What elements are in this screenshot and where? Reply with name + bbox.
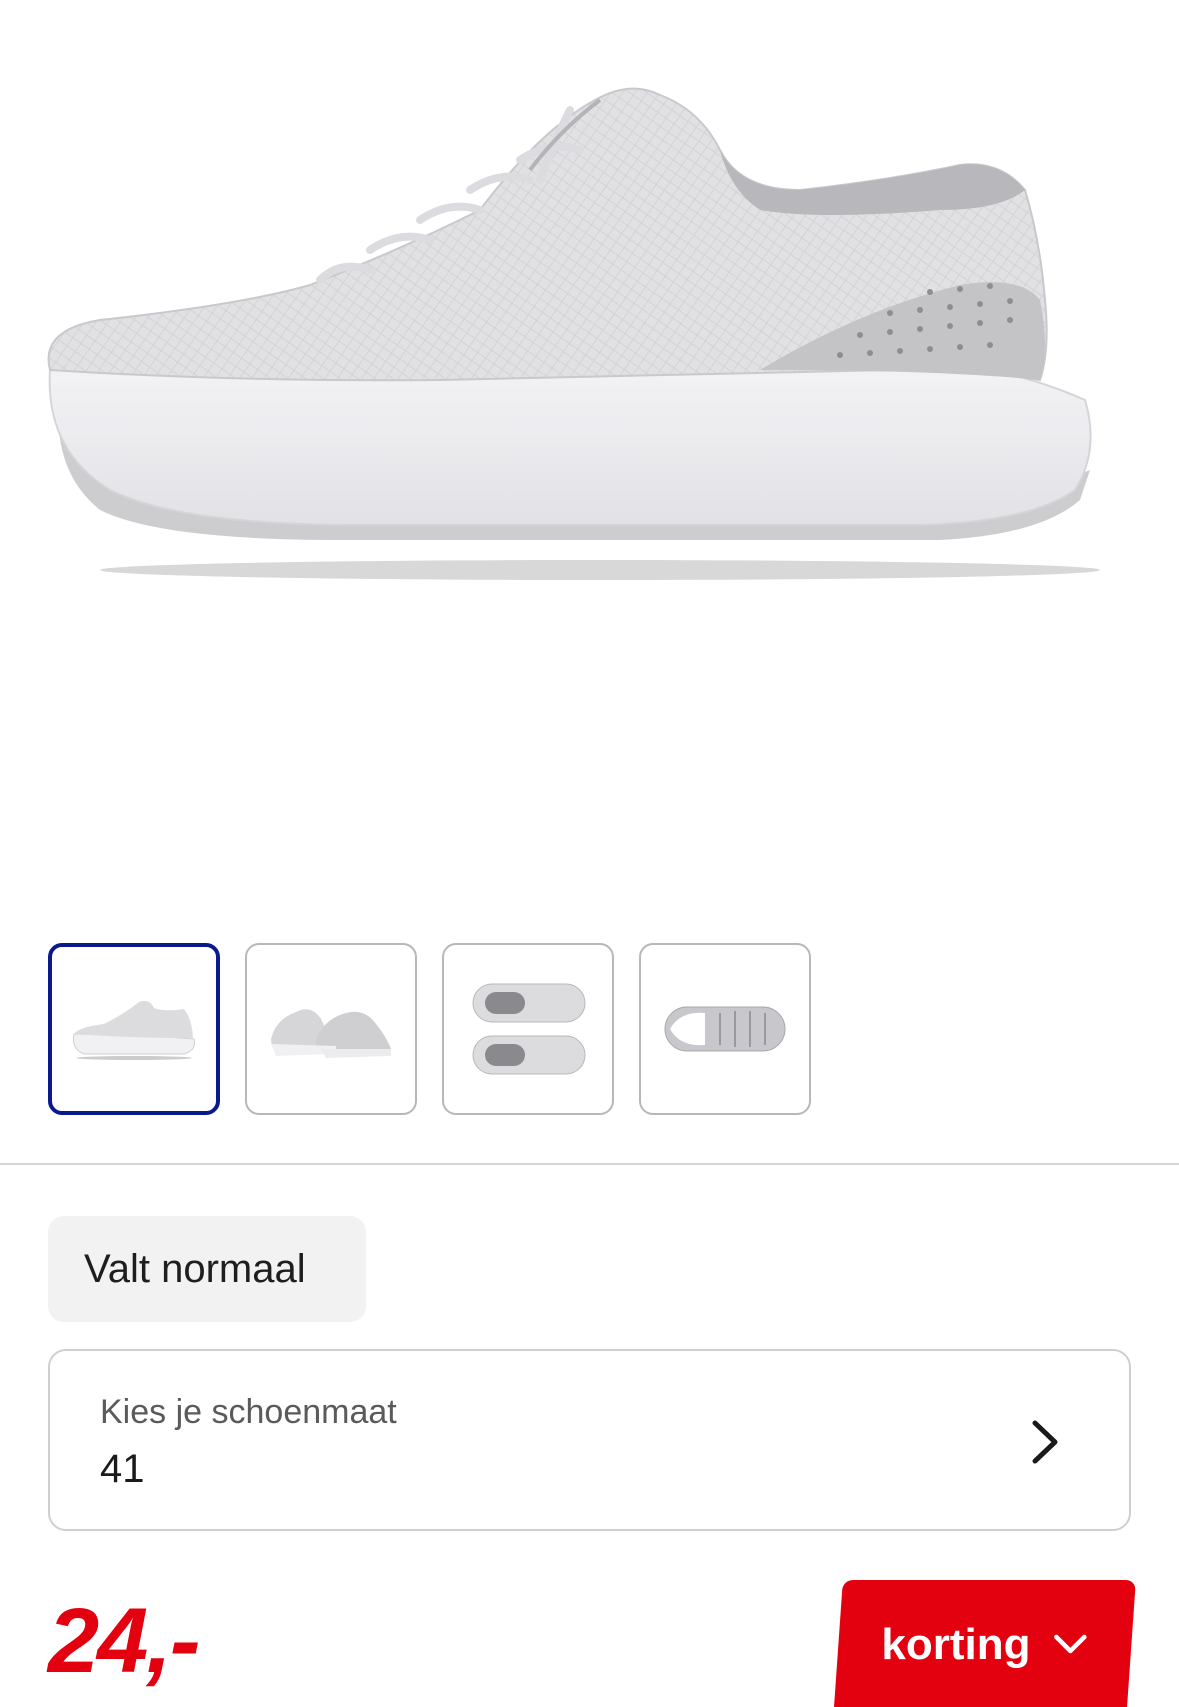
thumbnail-strip: [48, 943, 811, 1115]
shoe-pair-thumb-icon: [271, 1009, 391, 1058]
thumbnail-side-view[interactable]: [48, 943, 220, 1115]
shoe-illustration: [47, 87, 1100, 580]
thumbnail-top-view[interactable]: [442, 943, 614, 1115]
product-page: Valt normaal Kies je schoenmaat 41 24,- …: [0, 0, 1179, 1707]
shoe-sole-thumb-icon: [664, 1006, 786, 1052]
thumbnail-pair-angle-view[interactable]: [245, 943, 417, 1115]
product-image[interactable]: [0, 0, 1179, 880]
section-divider: [0, 1163, 1179, 1165]
thumbnail-sole-view[interactable]: [639, 943, 811, 1115]
chevron-right-icon: [1032, 1420, 1058, 1464]
size-selector[interactable]: Kies je schoenmaat 41: [48, 1349, 1131, 1531]
size-selector-label: Kies je schoenmaat: [100, 1393, 397, 1431]
discount-label: korting: [881, 1620, 1031, 1669]
size-selector-value: 41: [100, 1447, 145, 1491]
price: 24,-: [48, 1590, 201, 1692]
shoe-top-thumb-icon: [472, 983, 586, 1075]
fit-badge: Valt normaal: [48, 1216, 366, 1322]
discount-button[interactable]: korting: [833, 1580, 1136, 1707]
fit-badge-label: Valt normaal: [84, 1246, 306, 1291]
chevron-down-icon: [1054, 1634, 1087, 1654]
shoe-side-thumb-icon: [73, 1000, 195, 1060]
